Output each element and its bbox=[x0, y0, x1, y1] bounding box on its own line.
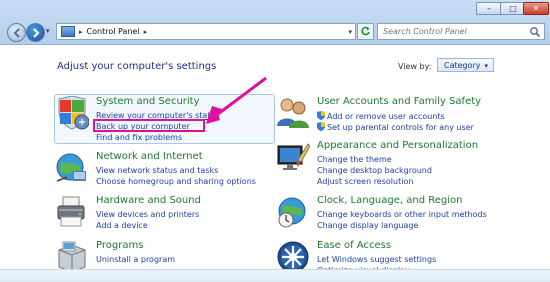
view-by-label: View by: bbox=[398, 62, 432, 71]
close-button[interactable]: ✕ bbox=[523, 2, 549, 15]
printer-icon bbox=[57, 196, 85, 227]
clock-globe-icon bbox=[278, 197, 306, 228]
link-desktop-background[interactable]: Change desktop background bbox=[317, 166, 432, 175]
category-title[interactable]: Appearance and Personalization bbox=[317, 140, 478, 151]
link-devices-printers[interactable]: View devices and printers bbox=[96, 210, 199, 219]
uac-shield-icon bbox=[317, 111, 325, 120]
category-title[interactable]: Programs bbox=[96, 240, 143, 251]
category-title[interactable]: User Accounts and Family Safety bbox=[317, 96, 481, 107]
refresh-icon bbox=[361, 26, 370, 36]
link-change-theme[interactable]: Change the theme bbox=[317, 155, 392, 164]
minimize-button[interactable]: – bbox=[476, 2, 502, 15]
forward-button[interactable] bbox=[26, 23, 45, 42]
back-arrow-icon bbox=[13, 27, 20, 38]
link-screen-resolution[interactable]: Adjust screen resolution bbox=[317, 177, 413, 186]
link-add-device[interactable]: Add a device bbox=[96, 221, 148, 230]
search-box[interactable] bbox=[377, 23, 545, 40]
category-title[interactable]: Clock, Language, and Region bbox=[317, 195, 462, 206]
link-keyboards-input[interactable]: Change keyboards or other input methods bbox=[317, 210, 487, 219]
recent-pages-dropdown[interactable]: ▾ bbox=[46, 27, 50, 35]
forward-arrow-icon bbox=[32, 27, 39, 38]
search-icon[interactable] bbox=[529, 26, 541, 38]
chevron-down-icon: ▾ bbox=[484, 62, 488, 70]
users-icon bbox=[277, 98, 309, 128]
link-text[interactable]: Add or remove user accounts bbox=[327, 112, 445, 121]
link-text[interactable]: Set up parental controls for any user bbox=[327, 123, 474, 132]
link-add-remove-accounts[interactable]: Add or remove user accounts bbox=[317, 111, 445, 121]
window-bottom-edge bbox=[0, 269, 550, 282]
category-title[interactable]: System and Security bbox=[96, 96, 200, 107]
back-button[interactable] bbox=[7, 23, 26, 42]
system-security-icon bbox=[58, 96, 89, 130]
page-title: Adjust your computer's settings bbox=[57, 61, 217, 72]
annotation-arrow-icon bbox=[206, 76, 267, 124]
link-homegroup-sharing[interactable]: Choose homegroup and sharing options bbox=[96, 177, 256, 186]
category-title[interactable]: Hardware and Sound bbox=[96, 195, 201, 206]
address-dropdown[interactable]: ▾ bbox=[348, 28, 352, 36]
breadcrumb-separator[interactable]: ▸ bbox=[144, 28, 148, 36]
view-by-dropdown[interactable]: Category ▾ bbox=[437, 58, 494, 72]
view-by-value: Category bbox=[444, 61, 481, 70]
network-globe-icon bbox=[56, 153, 86, 182]
window-toolbar: – □ ✕ ▾ ▸ Control Panel ▸ ▾ bbox=[0, 0, 550, 45]
link-uninstall-program[interactable]: Uninstall a program bbox=[96, 255, 175, 264]
uac-shield-icon bbox=[317, 122, 325, 131]
link-parental-controls[interactable]: Set up parental controls for any user bbox=[317, 122, 474, 132]
search-input[interactable] bbox=[378, 24, 533, 39]
control-panel-content: Adjust your computer's settings View by:… bbox=[0, 45, 550, 281]
link-find-fix-problems[interactable]: Find and fix problems bbox=[96, 133, 182, 142]
link-network-status[interactable]: View network status and tasks bbox=[96, 166, 218, 175]
control-panel-icon bbox=[61, 26, 75, 37]
link-display-language[interactable]: Change display language bbox=[317, 221, 418, 230]
breadcrumb-control-panel[interactable]: Control Panel bbox=[87, 27, 140, 36]
category-title[interactable]: Ease of Access bbox=[317, 240, 391, 251]
breadcrumb-separator[interactable]: ▸ bbox=[79, 28, 83, 36]
refresh-button[interactable] bbox=[357, 23, 374, 40]
monitor-paint-icon bbox=[277, 143, 310, 170]
address-bar[interactable]: ▸ Control Panel ▸ ▾ bbox=[56, 23, 356, 40]
annotation-highlight-box bbox=[93, 119, 205, 132]
link-windows-suggest-settings[interactable]: Let Windows suggest settings bbox=[317, 255, 436, 264]
category-title[interactable]: Network and Internet bbox=[96, 151, 203, 162]
